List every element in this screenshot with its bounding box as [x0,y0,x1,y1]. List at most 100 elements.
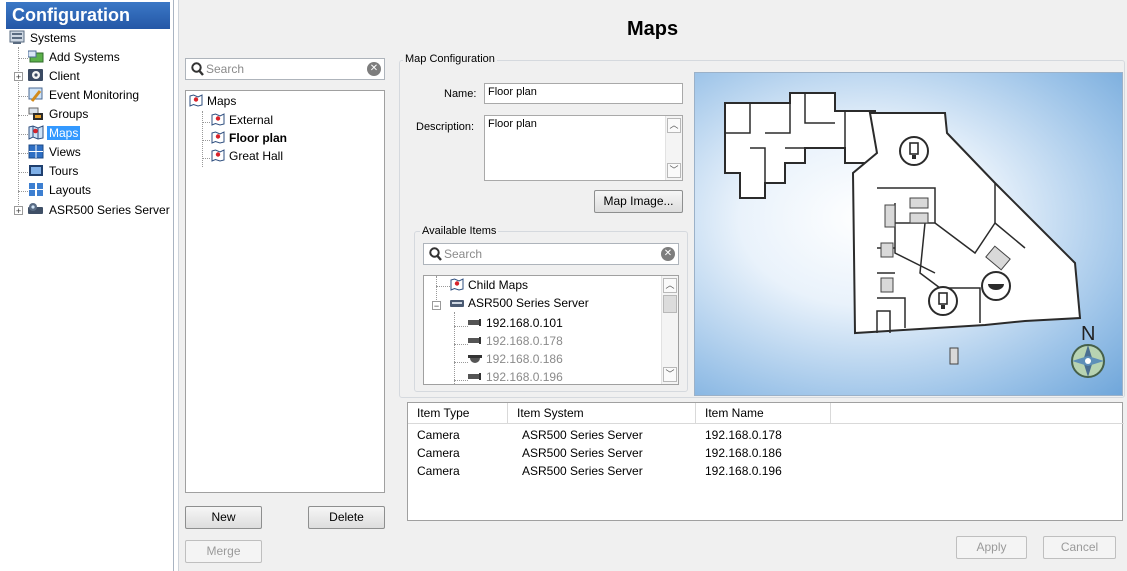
tree-guide-line [18,115,28,116]
sidebar-item-maps[interactable]: Maps [28,124,81,143]
tree-guide-line [454,312,455,384]
server-icon [28,202,44,217]
sidebar-item-systems[interactable]: Systems [9,29,78,48]
name-label: Name: [444,88,477,100]
sidebar-item-label: Layouts [49,183,92,197]
map-item-label: External [229,113,274,127]
tree-guide-line [18,172,28,173]
available-item-label: Child Maps [468,278,529,292]
map-item-external[interactable]: External [211,113,273,127]
maps-icon [211,149,225,162]
maps-tree: Maps External Floor plan Great Hall [185,90,385,493]
table-row[interactable]: Camera ASR500 Series Server 192.168.0.17… [408,426,1122,444]
cell-item-name: 192.168.0.178 [705,428,782,442]
dome-camera-icon [468,352,482,365]
merge-button[interactable]: Merge [185,540,262,563]
sidebar-item-label: Views [49,145,81,159]
table-row[interactable]: Camera ASR500 Series Server 192.168.0.19… [408,462,1122,480]
available-item-child-maps[interactable]: Child Maps [450,278,528,292]
groups-icon [28,106,44,121]
page-title: Maps [626,18,679,40]
sidebar-item-views[interactable]: Views [28,143,83,162]
name-field[interactable]: Floor plan [484,83,683,104]
sidebar-item-label: Add Systems [49,50,120,64]
available-item-label: ASR500 Series Server [468,296,589,310]
clear-search-icon[interactable]: ✕ [367,62,381,76]
sidebar-item-groups[interactable]: Groups [28,105,90,124]
client-gear-icon [28,68,44,83]
bullet-camera-icon [468,316,482,329]
camera-marker-icon [899,136,929,166]
tree-guide-line [202,158,210,159]
sidebar-item-label: Maps [47,126,81,140]
sidebar-item-add-systems[interactable]: Add Systems [27,48,122,67]
collapse-toggle-icon[interactable]: − [432,301,441,311]
scroll-up-icon[interactable]: ︿ [663,278,677,293]
available-item-label: 192.168.0.186 [486,352,563,366]
cell-item-type: Camera [417,446,460,460]
column-header-item-type[interactable]: Item Type [408,403,508,424]
tree-guide-line [454,344,468,345]
map-item-floor-plan[interactable]: Floor plan [211,131,287,145]
available-items-search-field[interactable]: Search ✕ [423,243,679,265]
sidebar-item-layouts[interactable]: Layouts [28,181,93,200]
description-scrollbar[interactable]: ︿ ﹀ [665,116,682,180]
map-image-preview[interactable]: N [694,72,1123,396]
cell-item-name: 192.168.0.186 [705,446,782,460]
sidebar-item-label: ASR500 Series Server [49,203,170,217]
map-item-great-hall[interactable]: Great Hall [211,149,283,163]
cancel-button[interactable]: Cancel [1043,536,1116,559]
floor-plan-drawing [724,92,1105,378]
description-text: Floor plan [488,118,537,130]
search-placeholder: Search [444,247,483,261]
clear-search-icon[interactable]: ✕ [661,247,675,261]
map-image-button[interactable]: Map Image... [594,190,683,213]
description-label: Description: [416,121,475,133]
maps-icon [211,113,225,126]
available-item-camera[interactable]: 192.168.0.178 [468,334,563,348]
search-placeholder: Search [206,62,245,76]
map-item-label: Floor plan [229,131,287,145]
new-button[interactable]: New [185,506,262,529]
maps-tree-root[interactable]: Maps [189,94,236,108]
search-icon [429,247,442,264]
delete-button[interactable]: Delete [308,506,385,529]
maps-icon [211,131,225,144]
camera-marker-icon [928,286,958,316]
cell-item-system: ASR500 Series Server [522,446,643,460]
maps-search-field[interactable]: Search ✕ [185,58,385,80]
maps-tree-root-label: Maps [207,94,237,108]
layouts-icon [28,182,44,197]
views-icon [28,144,44,159]
description-field[interactable]: Floor plan ︿ ﹀ [484,115,683,181]
table-row[interactable]: Camera ASR500 Series Server 192.168.0.18… [408,444,1122,462]
available-item-camera[interactable]: 192.168.0.196 [468,370,563,384]
column-header-item-system[interactable]: Item System [508,403,696,424]
scroll-down-icon[interactable]: ﹀ [667,163,681,178]
sidebar-item-tours[interactable]: Tours [28,162,80,181]
tours-icon [28,163,44,178]
scroll-up-icon[interactable]: ︿ [667,118,681,133]
available-item-camera[interactable]: 192.168.0.186 [468,352,563,366]
scroll-thumb[interactable] [663,295,677,313]
add-systems-icon [27,49,44,64]
tree-guide-line [436,286,450,287]
expand-toggle-icon[interactable]: + [14,206,23,216]
maps-icon [189,94,203,107]
cell-item-type: Camera [417,428,460,442]
apply-button[interactable]: Apply [956,536,1027,559]
available-items-scrollbar[interactable]: ︿ ﹀ [661,276,678,384]
sidebar-item-label: Tours [49,164,79,178]
available-item-server[interactable]: ASR500 Series Server [450,296,589,310]
available-item-label: 192.168.0.196 [486,370,563,384]
scroll-down-icon[interactable]: ﹀ [663,367,677,382]
sidebar-item-event-monitoring[interactable]: Event Monitoring [28,86,141,105]
sidebar-item-label: Systems [30,31,77,45]
sidebar-item-label: Event Monitoring [49,88,140,102]
sidebar-item-client[interactable]: Client [28,67,82,86]
column-header-item-name[interactable]: Item Name [696,403,831,424]
expand-toggle-icon[interactable]: + [14,72,23,82]
tree-guide-line [18,191,28,192]
sidebar-item-server[interactable]: ASR500 Series Server [28,201,172,220]
available-item-camera[interactable]: 192.168.0.101 [468,316,563,330]
